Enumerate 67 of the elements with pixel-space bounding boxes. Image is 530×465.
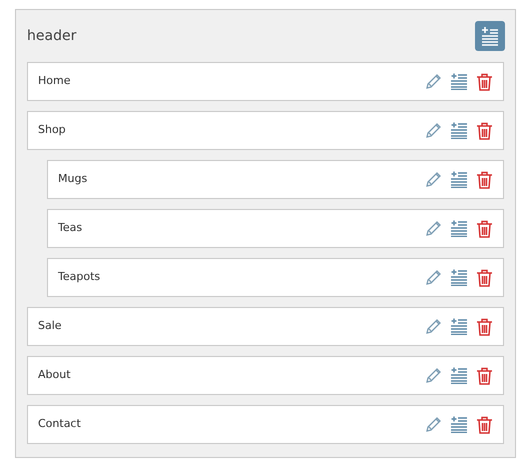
trash-icon [476, 318, 493, 336]
pencil-icon [425, 220, 442, 237]
add-list-icon [450, 269, 468, 286]
edit-button[interactable] [425, 171, 442, 188]
trash-icon [476, 72, 493, 90]
add-child-button[interactable] [450, 122, 468, 139]
edit-button[interactable] [425, 122, 442, 139]
panel-title: header [27, 26, 76, 46]
trash-icon [476, 220, 493, 238]
trash-icon [476, 170, 493, 188]
menu-item[interactable]: Home [27, 62, 504, 101]
add-child-button[interactable] [450, 367, 468, 384]
add-list-icon [450, 220, 468, 237]
pencil-icon [425, 171, 442, 188]
add-list-icon [450, 171, 468, 188]
add-child-button[interactable] [450, 269, 468, 286]
item-label: Home [38, 73, 72, 90]
menu-item[interactable]: Mugs [47, 160, 504, 199]
pencil-icon [425, 318, 442, 335]
delete-button[interactable] [476, 72, 493, 90]
menu-item[interactable]: Sale [27, 307, 504, 346]
trash-icon [476, 366, 493, 384]
pencil-icon [425, 416, 442, 433]
delete-button[interactable] [476, 366, 493, 384]
edit-button[interactable] [425, 269, 442, 286]
pencil-icon [425, 269, 442, 286]
trash-icon [476, 122, 493, 140]
add-item-button[interactable] [475, 21, 505, 51]
add-child-button[interactable] [450, 416, 468, 433]
item-label: Mugs [58, 171, 88, 188]
add-list-icon [450, 318, 468, 335]
item-label: Shop [38, 122, 67, 138]
delete-button[interactable] [476, 318, 493, 336]
delete-button[interactable] [476, 268, 493, 286]
add-list-icon [480, 26, 500, 46]
edit-button[interactable] [425, 416, 442, 433]
add-list-icon [450, 73, 468, 90]
add-list-icon [450, 122, 468, 139]
pencil-icon [425, 73, 442, 90]
delete-button[interactable] [476, 122, 493, 140]
menu-item[interactable]: Teas [47, 209, 504, 248]
item-label: Sale [38, 318, 63, 334]
add-list-icon [450, 416, 468, 433]
add-child-button[interactable] [450, 73, 468, 90]
edit-button[interactable] [425, 220, 442, 237]
delete-button[interactable] [476, 220, 493, 238]
item-label: Contact [38, 416, 82, 432]
menu-item[interactable]: Contact [27, 405, 504, 444]
edit-button[interactable] [425, 318, 442, 335]
add-child-button[interactable] [450, 220, 468, 237]
trash-icon [476, 416, 493, 434]
item-label: Teas [58, 220, 84, 236]
add-child-button[interactable] [450, 318, 468, 335]
item-label: About [38, 367, 72, 384]
trash-icon [476, 268, 493, 286]
edit-button[interactable] [425, 367, 442, 384]
delete-button[interactable] [476, 416, 493, 434]
menu-item[interactable]: Teapots [47, 258, 504, 297]
item-label: Teapots [58, 269, 102, 286]
menu-item[interactable]: About [27, 356, 504, 395]
delete-button[interactable] [476, 170, 493, 188]
menu-item[interactable]: Shop [27, 111, 504, 150]
pencil-icon [425, 122, 442, 139]
add-child-button[interactable] [450, 171, 468, 188]
edit-button[interactable] [425, 73, 442, 90]
pencil-icon [425, 367, 442, 384]
add-list-icon [450, 367, 468, 384]
